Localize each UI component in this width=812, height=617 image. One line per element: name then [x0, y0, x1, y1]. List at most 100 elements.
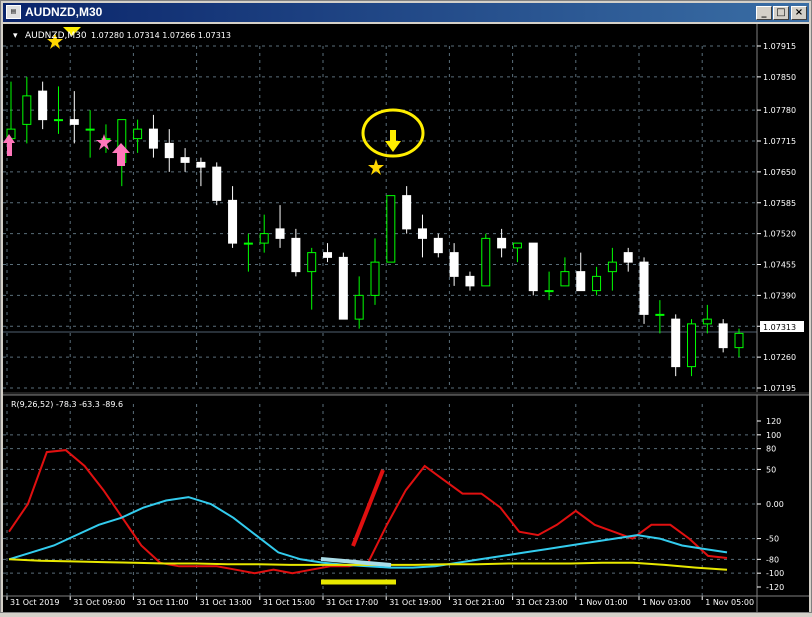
indicator-tick-label: 0.00 [766, 500, 784, 509]
candle [180, 148, 190, 172]
candle-body [338, 256, 348, 320]
time-tick-label: 1 Nov 03:00 [642, 598, 691, 607]
time-tick-label: 1 Nov 01:00 [579, 598, 628, 607]
symbol-label: AUDNZD,M30 [25, 31, 87, 41]
price-tick-label: 1.07390 [763, 291, 796, 300]
candle [639, 257, 649, 324]
time-tick-label: 31 Oct 09:00 [73, 598, 125, 607]
candle [433, 233, 443, 258]
close-button[interactable]: × [791, 6, 807, 20]
time-axis: 31 Oct 2019 31 Oct 09:00 31 Oct 11:00 31 Oc… [3, 595, 809, 607]
time-tick-label: 1 Nov 05:00 [705, 598, 754, 607]
candle [133, 119, 143, 153]
chart-window: ▤ AUDNZD,M30 _ □ × 1.07915 1.07850 1.077… [0, 0, 812, 613]
candle-body [148, 128, 158, 149]
candle-body [386, 195, 396, 263]
price-axis: 1.07915 1.07850 1.07780 1.07715 1.07650 1.075… [756, 24, 796, 612]
candle-body [702, 318, 712, 325]
candle [592, 266, 602, 296]
time-tick-label: 31 Oct 19:00 [389, 598, 441, 607]
chart-menu-icon[interactable]: ▾ [13, 31, 18, 41]
candle [528, 242, 538, 296]
indicator-tick-label: -100 [766, 569, 784, 578]
candle-body [402, 195, 412, 230]
candle [370, 238, 380, 305]
indicator-tick-label: 120 [766, 417, 781, 426]
candle [307, 247, 317, 310]
candle [718, 319, 728, 353]
indicator-tick-label: 80 [766, 445, 776, 454]
indicator-tick-label: 50 [766, 465, 776, 474]
candle-body [69, 119, 79, 125]
candle [576, 252, 586, 292]
candle-body [323, 252, 333, 258]
time-tick-label: 31 Oct 23:00 [516, 598, 568, 607]
candle [148, 114, 158, 158]
up-arrow-icon [112, 143, 130, 166]
candle-body [370, 261, 380, 296]
chart-area[interactable]: 1.07915 1.07850 1.07780 1.07715 1.07650 1.075… [3, 24, 809, 612]
maximize-button[interactable]: □ [773, 6, 789, 20]
candle [465, 271, 475, 291]
candle-body [544, 290, 554, 293]
price-tick-label: 1.07260 [763, 353, 796, 362]
candle [607, 247, 617, 291]
star-icon [96, 134, 112, 150]
candle-body [655, 313, 665, 316]
chart-window-icon[interactable]: ▤ [6, 5, 21, 19]
candle-body [687, 323, 697, 368]
minimize-button[interactable]: _ [756, 6, 772, 20]
candle [243, 233, 253, 272]
price-tick-label: 1.07455 [763, 261, 796, 270]
indicator-label: R(9,26,52) -78.3 -63.3 -89.6 [11, 400, 123, 409]
price-tick-label: 1.07195 [763, 384, 796, 393]
pane-separator [3, 392, 809, 396]
candle [259, 214, 269, 253]
candle [481, 233, 491, 287]
candle [354, 276, 364, 329]
candle-body [307, 252, 317, 273]
candle-body [560, 271, 570, 287]
candle [512, 242, 522, 263]
price-chart-svg[interactable]: 1.07915 1.07850 1.07780 1.07715 1.07650 1.075… [3, 24, 809, 612]
candle [497, 228, 507, 258]
candle [702, 304, 712, 334]
star-icon [368, 159, 384, 175]
candle-body [449, 252, 459, 277]
candle-body [259, 233, 269, 244]
candle-body [417, 228, 427, 239]
candle-body [180, 157, 190, 163]
candle-body [607, 261, 617, 273]
candle [338, 252, 348, 320]
candle [671, 314, 681, 377]
candle-body [196, 161, 206, 168]
candle [228, 186, 238, 248]
candle-body [734, 332, 744, 349]
candle [22, 76, 32, 144]
candle-body [38, 90, 48, 121]
title-bar[interactable]: ▤ AUDNZD,M30 _ □ × [3, 3, 809, 22]
candle-body [497, 237, 507, 249]
indicator-axis: 120 100 80 50 0.00 -50 -80 -100 -120 [757, 417, 784, 592]
time-tick-label: 31 Oct 21:00 [452, 598, 504, 607]
candle-body [164, 142, 174, 159]
price-tick-label: 1.07715 [763, 137, 796, 146]
candle-body [671, 318, 681, 368]
price-tick-label: 1.07650 [763, 168, 796, 177]
candle [291, 228, 301, 277]
candle [734, 328, 744, 358]
candle-body [133, 128, 143, 140]
price-tick-label: 1.07520 [763, 230, 796, 239]
candle-body [623, 252, 633, 263]
current-price-label: 1.07313 [763, 323, 796, 332]
candle-body [53, 119, 63, 122]
price-tick-label: 1.07915 [763, 42, 796, 51]
candle [275, 205, 285, 248]
candle-body [85, 128, 95, 131]
candle [386, 195, 396, 263]
candle [687, 319, 697, 377]
indicator-tick-label: -120 [766, 583, 784, 592]
candle [164, 129, 174, 172]
candle [402, 186, 412, 234]
window-title: AUDNZD,M30 [25, 5, 103, 19]
